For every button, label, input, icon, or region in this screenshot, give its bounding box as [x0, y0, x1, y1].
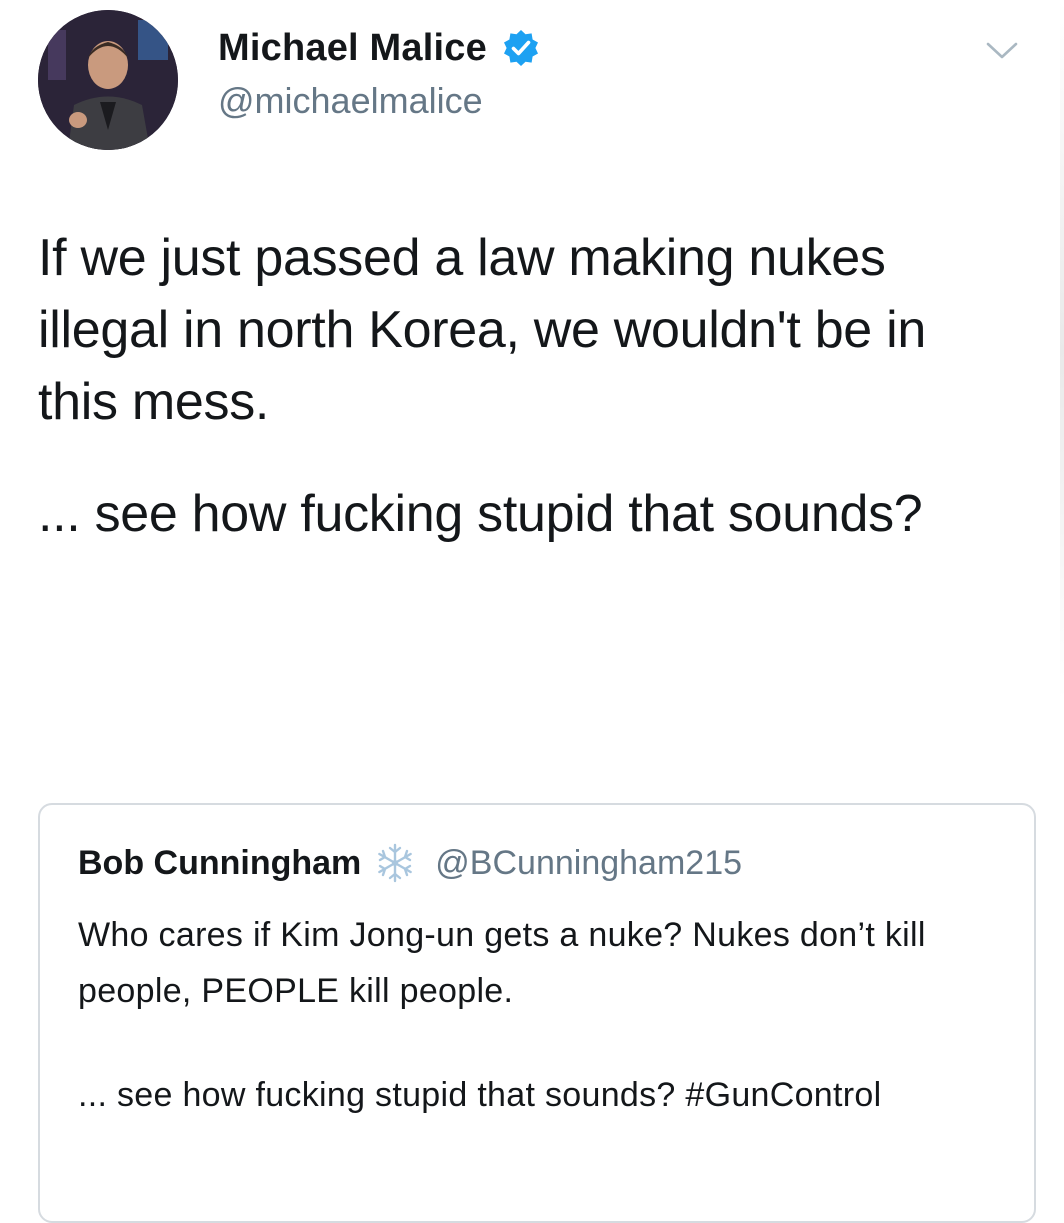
snowflake-icon	[373, 841, 417, 885]
avatar-photo	[38, 10, 178, 150]
quoted-tweet-text: Who cares if Kim Jong-un gets a nuke? Nu…	[78, 907, 998, 1123]
scroll-edge	[1060, 0, 1064, 700]
tweet-paragraph: ... see how fucking stupid that sounds?	[38, 485, 923, 543]
tweet-header: Michael Malice @michaelmalice	[38, 10, 1038, 150]
chevron-down-icon[interactable]	[982, 30, 1022, 70]
tweet-text: If we just passed a law making nukes ill…	[38, 222, 1018, 550]
quoted-tweet[interactable]: Bob Cunningham @BCunningham215 Who cares…	[38, 803, 1036, 1223]
verified-badge-icon	[501, 28, 541, 68]
author-display-name[interactable]: Michael Malice	[218, 27, 487, 70]
quoted-author-name: Bob Cunningham	[78, 843, 362, 882]
avatar[interactable]	[38, 10, 178, 150]
quoted-tweet-header: Bob Cunningham @BCunningham215	[78, 841, 742, 885]
quoted-paragraph: Who cares if Kim Jong-un gets a nuke? Nu…	[78, 916, 926, 1010]
author-names: Michael Malice @michaelmalice	[218, 24, 541, 122]
author-handle[interactable]: @michaelmalice	[218, 80, 541, 122]
quoted-author-handle: @BCunningham215	[435, 843, 743, 882]
display-name-row: Michael Malice	[218, 24, 541, 72]
tweet-paragraph: If we just passed a law making nukes ill…	[38, 229, 926, 431]
tweet-card: Michael Malice @michaelmalice If we just…	[0, 0, 1064, 1223]
quoted-paragraph: ... see how fucking stupid that sounds? …	[78, 1076, 882, 1114]
